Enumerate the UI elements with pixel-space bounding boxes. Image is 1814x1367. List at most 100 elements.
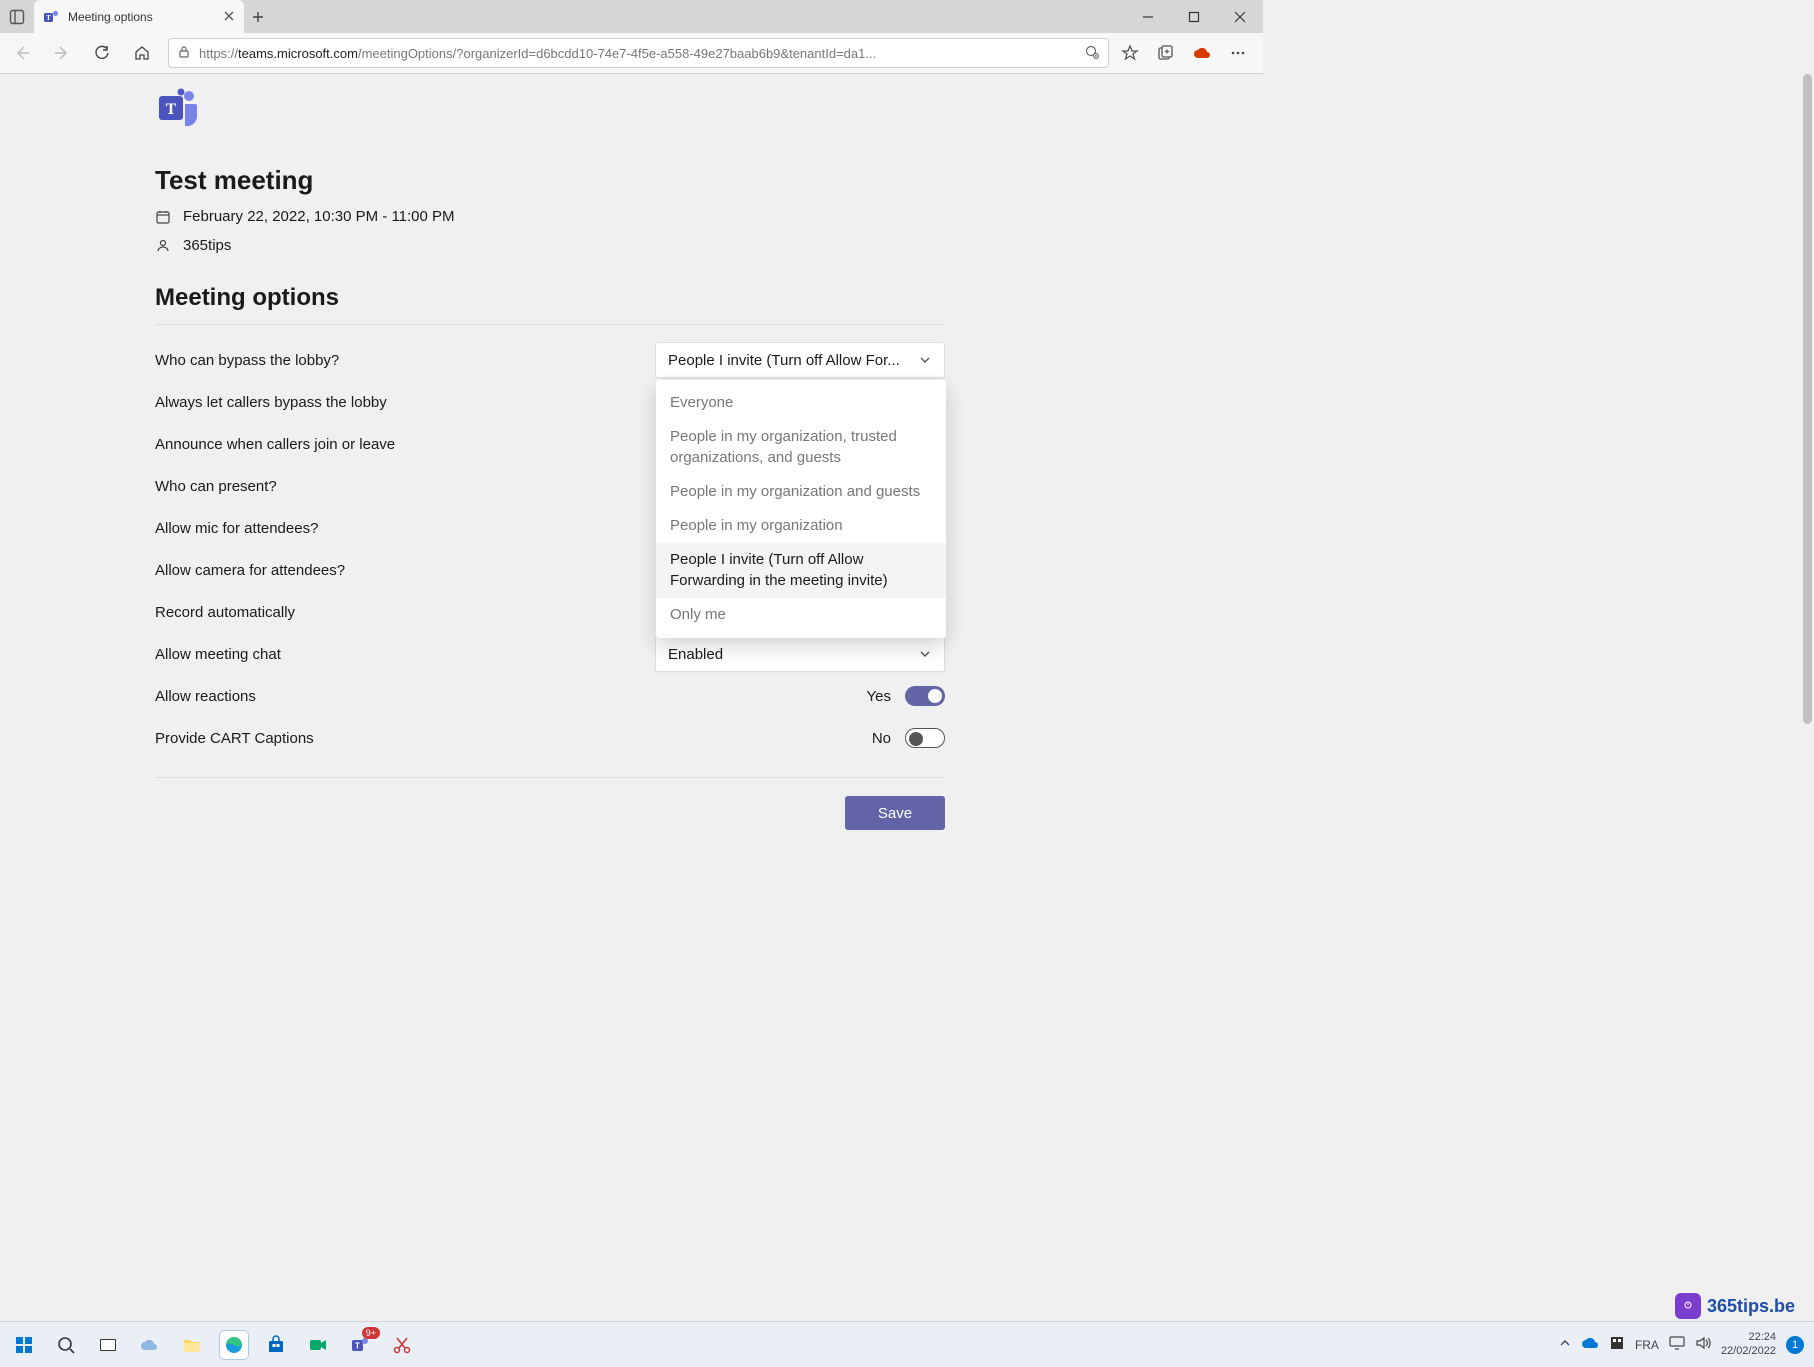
option-label: Allow mic for attendees? [155,520,318,537]
option-label: Provide CART Captions [155,730,314,747]
reactions-toggle[interactable] [905,686,945,706]
search-icon [56,1335,76,1355]
window-controls [1125,0,1263,33]
store-button[interactable] [262,1331,290,1359]
url-input[interactable]: https://teams.microsoft.com/meetingOptio… [168,38,1109,68]
volume-tray-icon[interactable] [1695,1336,1711,1353]
back-button[interactable] [8,39,36,67]
explorer-button[interactable] [178,1331,206,1359]
language-indicator[interactable]: FRA [1635,1338,1659,1352]
video-icon [308,1336,328,1354]
option-bypass-lobby: Who can bypass the lobby? People I invit… [155,339,945,381]
snip-button[interactable] [388,1331,416,1359]
store-icon [266,1335,286,1355]
monitor-icon [1669,1336,1685,1350]
onedrive-tray-icon[interactable] [1581,1336,1599,1353]
browser-tab[interactable]: T Meeting options [34,0,244,33]
edge-icon [224,1335,244,1355]
option-label: Allow reactions [155,688,256,705]
chevron-down-icon [918,647,932,661]
network-tray-icon[interactable] [1669,1336,1685,1353]
chevron-down-icon [918,353,932,367]
favorites-button[interactable] [1121,44,1139,62]
option-cart: Provide CART Captions No [155,717,945,759]
more-button[interactable] [1229,44,1247,62]
refresh-button[interactable] [88,39,116,67]
cloud-sync-icon[interactable] [1193,44,1211,62]
new-tab-button[interactable] [244,0,272,33]
maximize-icon [1188,11,1200,23]
teams-button[interactable]: T [346,1331,374,1359]
dropdown-item[interactable]: People in my organization [656,509,946,543]
star-icon [1121,44,1139,62]
close-window-button[interactable] [1217,0,1263,33]
notification-badge[interactable]: 1 [1786,1336,1804,1354]
clock-date: 22/02/2022 [1721,1345,1776,1358]
close-icon [1234,11,1246,23]
watermark-text: 365tips.be [1707,1296,1795,1317]
task-view-button[interactable] [94,1331,122,1359]
vertical-scrollbar[interactable] [1801,74,1814,1321]
maximize-button[interactable] [1171,0,1217,33]
arrow-right-icon [53,44,71,62]
clock[interactable]: 22:24 22/02/2022 [1721,1331,1776,1357]
browser-titlebar: T Meeting options [0,0,1263,33]
dropdown-item[interactable]: People in my organization, trusted organ… [656,420,946,475]
meeting-options-page: T Test meeting February 22, 2022, 10:30 … [155,74,945,830]
speaker-icon [1695,1336,1711,1350]
cloud-icon [139,1336,161,1354]
dropdown-item[interactable]: People I invite (Turn off Allow Forwardi… [656,543,946,598]
option-meeting-chat: Allow meeting chat Enabled [155,633,945,675]
collections-button[interactable] [1157,44,1175,62]
home-button[interactable] [128,39,156,67]
svg-text:T: T [46,14,51,22]
option-label: Who can bypass the lobby? [155,352,339,369]
forward-button[interactable] [48,39,76,67]
toggle-value: No [872,730,891,747]
reading-mode-button[interactable] [1084,44,1100,63]
option-label: Allow camera for attendees? [155,562,345,579]
sys-tray-chevron[interactable] [1559,1337,1571,1352]
dropdown-item[interactable]: People in my organization and guests [656,475,946,509]
meeting-title: Test meeting [155,165,945,196]
option-reactions: Allow reactions Yes [155,675,945,717]
option-label: Allow meeting chat [155,646,281,663]
select-value: People I invite (Turn off Allow For... [668,352,900,369]
weather-button[interactable] [136,1331,164,1359]
bypass-lobby-dropdown: EveryonePeople in my organization, trust… [656,380,946,638]
scrollbar-thumb[interactable] [1803,74,1812,724]
meeting-chat-select[interactable]: Enabled [655,636,945,672]
person-icon [155,238,171,254]
bypass-lobby-select[interactable]: People I invite (Turn off Allow For... E… [655,342,945,378]
minimize-button[interactable] [1125,0,1171,33]
tab-actions-button[interactable] [0,0,34,33]
start-button[interactable] [10,1331,38,1359]
dropdown-item[interactable]: Everyone [656,386,946,420]
option-label: Announce when callers join or leave [155,436,395,453]
save-button[interactable]: Save [845,796,945,830]
meeting-datetime-row: February 22, 2022, 10:30 PM - 11:00 PM [155,208,945,225]
meet-button[interactable] [304,1331,332,1359]
section-title: Meeting options [155,284,945,325]
lock-icon [177,45,191,62]
edge-button[interactable] [220,1331,248,1359]
svg-text:T: T [166,101,177,118]
box-icon [1609,1335,1625,1351]
option-label: Always let callers bypass the lobby [155,394,387,411]
dropdown-item[interactable]: Only me [656,598,946,632]
cart-toggle[interactable] [905,728,945,748]
tab-close-button[interactable] [224,8,234,26]
chevron-up-icon [1559,1337,1571,1349]
teams-logo: T [155,86,201,132]
browser-addressbar: https://teams.microsoft.com/meetingOptio… [0,33,1263,74]
collections-icon [1157,44,1175,62]
dropbox-tray-icon[interactable] [1609,1335,1625,1354]
option-label: Who can present? [155,478,277,495]
page-viewport: T Test meeting February 22, 2022, 10:30 … [0,74,1801,1321]
teams-favicon: T [44,9,60,25]
option-label: Record automatically [155,604,295,621]
search-button[interactable] [52,1331,80,1359]
meeting-organizer-row: 365tips [155,237,945,254]
calendar-icon [155,209,171,225]
clock-time: 22:24 [1721,1331,1776,1344]
